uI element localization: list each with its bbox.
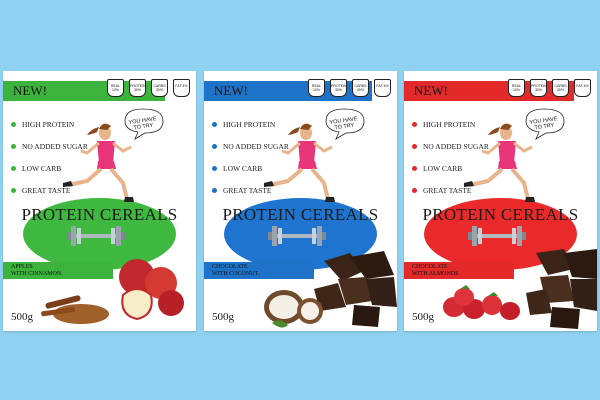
badge-real: REAL 10%	[308, 79, 325, 97]
cereal-pack-chocolate-coconut: NEW! REAL 10% PROTEIN 30% CARBS 30% FAT …	[204, 71, 397, 331]
dumbbell-icon	[468, 226, 526, 246]
speech-bubble: YOU HAVE TO TRY	[529, 116, 558, 132]
apples-illustration	[41, 259, 184, 324]
dumbbell-icon	[268, 226, 326, 246]
badge-carbs: CARBS 30%	[352, 79, 369, 97]
pack-title: PROTEIN CEREALS	[21, 205, 178, 224]
badge-real: REAL 10%	[107, 79, 124, 97]
badge-fat: FAT 4%	[173, 79, 190, 97]
bullet-icon	[11, 144, 16, 149]
bullet-icon	[412, 144, 417, 149]
bullet-icon	[212, 188, 217, 193]
badge-carbs: CARBS 30%	[552, 79, 569, 97]
chocolate-almonds-illustration	[443, 249, 597, 329]
badge-real: REAL 10%	[508, 79, 525, 97]
speech-bubble: YOU HAVE TO TRY	[128, 116, 157, 132]
nutrition-badges: REAL 10% PROTEIN 30% CARBS 30% FAT 4%	[107, 79, 190, 97]
badge-protein: PROTEIN 30%	[530, 79, 547, 97]
bullet-icon	[412, 188, 417, 193]
bullet-icon	[11, 122, 16, 127]
speech-bubble: YOU HAVE TO TRY	[329, 116, 358, 132]
bullet-icon	[212, 144, 217, 149]
badge-protein: PROTEIN 30%	[330, 79, 347, 97]
pack-title: PROTEIN CEREALS	[422, 205, 579, 224]
bullet-icon	[412, 122, 417, 127]
weight-label: 500g	[412, 311, 434, 323]
cereal-pack-apples: NEW! REAL 10% PROTEIN 30% CARBS 30% FAT …	[3, 71, 196, 331]
badge-fat: FAT 4%	[574, 79, 591, 97]
badge-carbs: CARBS 30%	[151, 79, 168, 97]
weight-label: 500g	[11, 311, 33, 323]
badge-fat: FAT 4%	[374, 79, 391, 97]
dumbbell-icon	[67, 226, 125, 246]
badge-protein: PROTEIN 30%	[129, 79, 146, 97]
cereal-pack-chocolate-almonds: NEW! REAL 10% PROTEIN 30% CARBS 30% FAT …	[404, 71, 597, 331]
nutrition-badges: REAL 10% PROTEIN 30% CARBS 30% FAT 4%	[508, 79, 591, 97]
bullet-icon	[11, 166, 16, 171]
nutrition-badges: REAL 10% PROTEIN 30% CARBS 30% FAT 4%	[308, 79, 391, 97]
weight-label: 500g	[212, 311, 234, 323]
chocolate-coconut-illustration	[264, 251, 397, 328]
bullet-icon	[412, 166, 417, 171]
bullet-icon	[212, 166, 217, 171]
bullet-icon	[11, 188, 16, 193]
bullet-icon	[212, 122, 217, 127]
pack-title: PROTEIN CEREALS	[222, 205, 379, 224]
